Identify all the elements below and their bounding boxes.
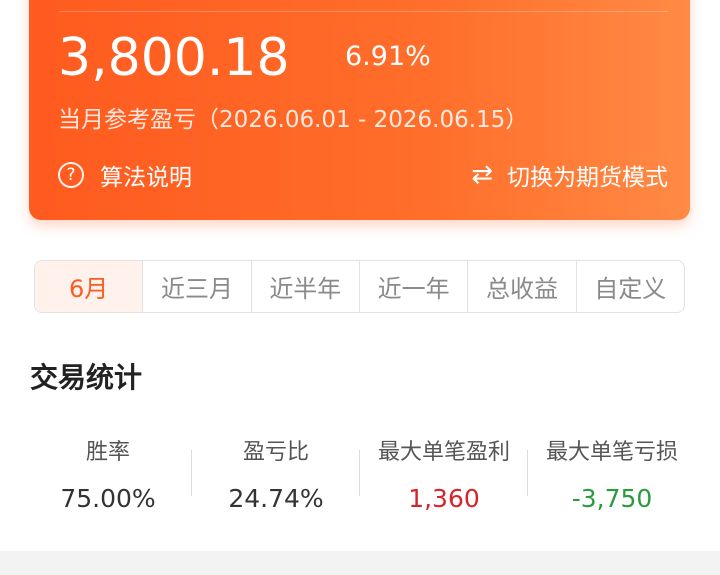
stat-max-single-profit: 最大单笔盈利 1,360 [360, 430, 528, 520]
swap-arrows-icon: ⇄ [471, 160, 493, 190]
tab-last-three-months[interactable]: 近三月 [143, 261, 252, 312]
switch-futures-mode-button[interactable]: ⇄ 切换为期货模式 [471, 158, 668, 192]
bottom-strip [0, 551, 720, 575]
section-title: 交易统计 [30, 361, 143, 394]
card-divider [59, 11, 668, 12]
period-range: （2026.06.01 - 2026.06.15） [196, 107, 529, 133]
tab-june[interactable]: 6月 [35, 261, 144, 312]
switch-label: 切换为期货模式 [507, 165, 668, 191]
stat-value: 1,360 [408, 484, 480, 513]
stat-profit-loss-ratio: 盈亏比 24.74% [192, 430, 360, 520]
stat-value: 75.00% [60, 484, 156, 513]
profit-amount: 3,800.18 [58, 28, 290, 88]
stat-label: 最大单笔亏损 [545, 440, 678, 465]
period-info: 当月参考盈亏 （2026.06.01 - 2026.06.15） [58, 104, 528, 136]
tab-total-return[interactable]: 总收益 [468, 261, 577, 312]
question-icon: ? [58, 162, 84, 188]
tab-custom[interactable]: 自定义 [577, 261, 684, 312]
stat-value: 24.74% [228, 484, 324, 513]
period-tabs: 6月 近三月 近半年 近一年 总收益 自定义 [34, 260, 685, 313]
stat-max-single-loss: 最大单笔亏损 -3,750 [528, 430, 696, 520]
stat-value: -3,750 [571, 484, 653, 513]
tab-last-year[interactable]: 近一年 [360, 261, 469, 312]
period-label: 当月参考盈亏 [58, 107, 196, 133]
tab-last-half-year[interactable]: 近半年 [252, 261, 360, 312]
trade-stats: 胜率 75.00% 盈亏比 24.74% 最大单笔盈利 1,360 最大单笔亏损… [24, 430, 696, 520]
profit-percent: 6.91% [345, 41, 431, 72]
profit-summary-card: 3,800.18 6.91% 当月参考盈亏 （2026.06.01 - 2026… [29, 0, 690, 220]
stat-win-rate: 胜率 75.00% [24, 430, 192, 520]
algorithm-help-button[interactable]: ? 算法说明 [58, 158, 192, 192]
stat-label: 胜率 [85, 440, 130, 465]
help-label: 算法说明 [100, 165, 192, 191]
stat-label: 最大单笔盈利 [377, 440, 510, 465]
stat-label: 盈亏比 [242, 440, 309, 465]
